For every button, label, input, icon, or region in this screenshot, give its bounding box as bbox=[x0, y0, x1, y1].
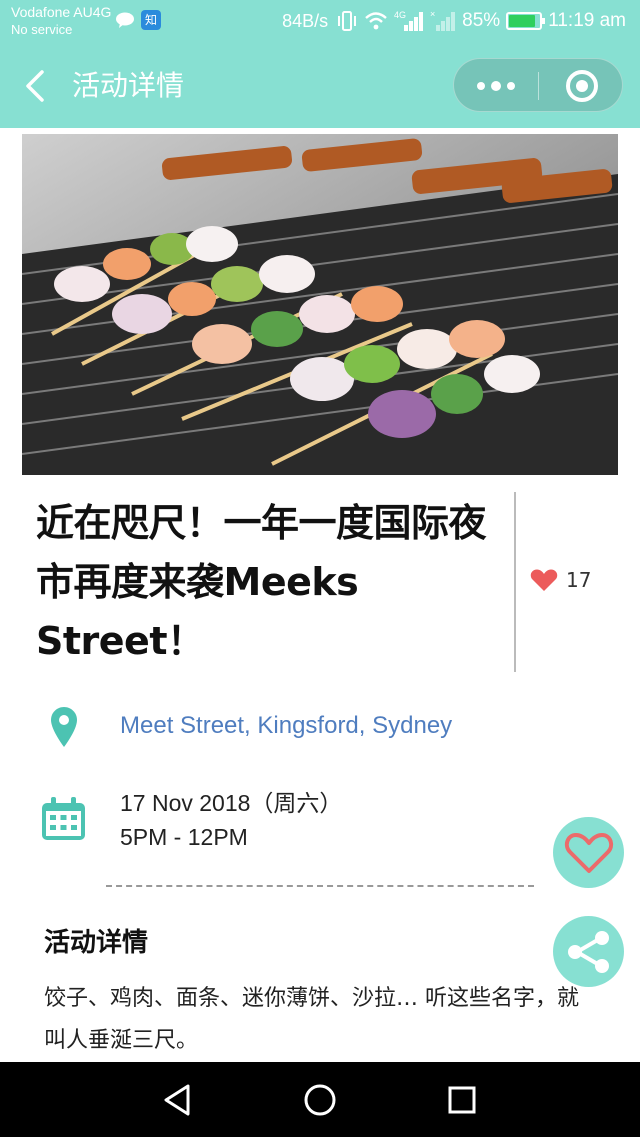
svg-text:×: × bbox=[430, 9, 435, 19]
status-indicators: 84B/s 4G × 85% 11:19 am bbox=[282, 8, 626, 34]
calendar-icon bbox=[42, 797, 85, 840]
battery-icon bbox=[506, 12, 546, 30]
heart-icon bbox=[530, 569, 558, 591]
clock: 11:19 am bbox=[548, 10, 626, 31]
service-status: No service bbox=[11, 22, 73, 37]
lte-label: 4G bbox=[394, 10, 406, 20]
map-pin-icon bbox=[51, 707, 77, 747]
carrier-name: Vodafone AU4G bbox=[11, 4, 112, 20]
location-link[interactable]: Meet Street, Kingsford, Sydney bbox=[120, 712, 452, 740]
status-bar: Vodafone AU4G No service 知 84B/s 4G × 85… bbox=[0, 0, 640, 44]
favorite-button[interactable] bbox=[553, 817, 624, 888]
vibrate-icon bbox=[338, 11, 357, 31]
share-button[interactable] bbox=[553, 916, 624, 987]
event-banner-image[interactable] bbox=[22, 134, 618, 475]
battery-percent: 85% bbox=[462, 10, 501, 31]
title-divider bbox=[514, 492, 516, 672]
bbq-skewers-illustration bbox=[22, 134, 618, 475]
like-count[interactable]: 17 bbox=[530, 568, 591, 592]
network-speed: 84B/s bbox=[282, 10, 329, 31]
nav-home-icon[interactable] bbox=[302, 1082, 338, 1118]
dashed-divider bbox=[106, 885, 534, 887]
more-dots-icon[interactable] bbox=[454, 59, 538, 113]
capsule-divider bbox=[538, 72, 539, 100]
nav-back-icon[interactable] bbox=[160, 1082, 196, 1118]
page-title: 活动详情 bbox=[72, 69, 185, 102]
zhihu-notification-icon: 知 bbox=[141, 10, 161, 30]
event-title: 近在咫尺！一年一度国际夜市再度来袭Meeks Street！ bbox=[36, 501, 487, 663]
wechat-notification-icon bbox=[116, 12, 134, 28]
share-icon bbox=[567, 930, 609, 973]
battery-level bbox=[509, 15, 535, 27]
like-count-value: 17 bbox=[566, 568, 592, 592]
system-nav-bar bbox=[0, 1062, 640, 1137]
nav-header: 活动详情 bbox=[0, 44, 640, 128]
event-datetime: 17 Nov 2018（周六） 5PM - 12PM bbox=[120, 786, 342, 854]
heart-outline-icon bbox=[564, 832, 613, 873]
signal-no-service-icon: × bbox=[430, 9, 456, 31]
miniprogram-capsule bbox=[453, 58, 623, 112]
carrier-info: Vodafone AU4G No service bbox=[11, 4, 111, 38]
details-heading: 活动详情 bbox=[44, 928, 149, 958]
back-arrow-icon[interactable] bbox=[18, 66, 54, 106]
details-text: 饺子、鸡肉、面条、迷你薄饼、沙拉… 听这些名字，就叫人垂涎三尺。 bbox=[44, 986, 579, 1053]
signal-4g-icon: 4G bbox=[394, 10, 424, 31]
event-date: 17 Nov 2018（周六） bbox=[120, 790, 343, 816]
event-time: 5PM - 12PM bbox=[120, 824, 248, 850]
wifi-icon bbox=[365, 12, 387, 30]
target-close-icon[interactable] bbox=[566, 70, 598, 102]
nav-recents-icon[interactable] bbox=[444, 1082, 480, 1118]
